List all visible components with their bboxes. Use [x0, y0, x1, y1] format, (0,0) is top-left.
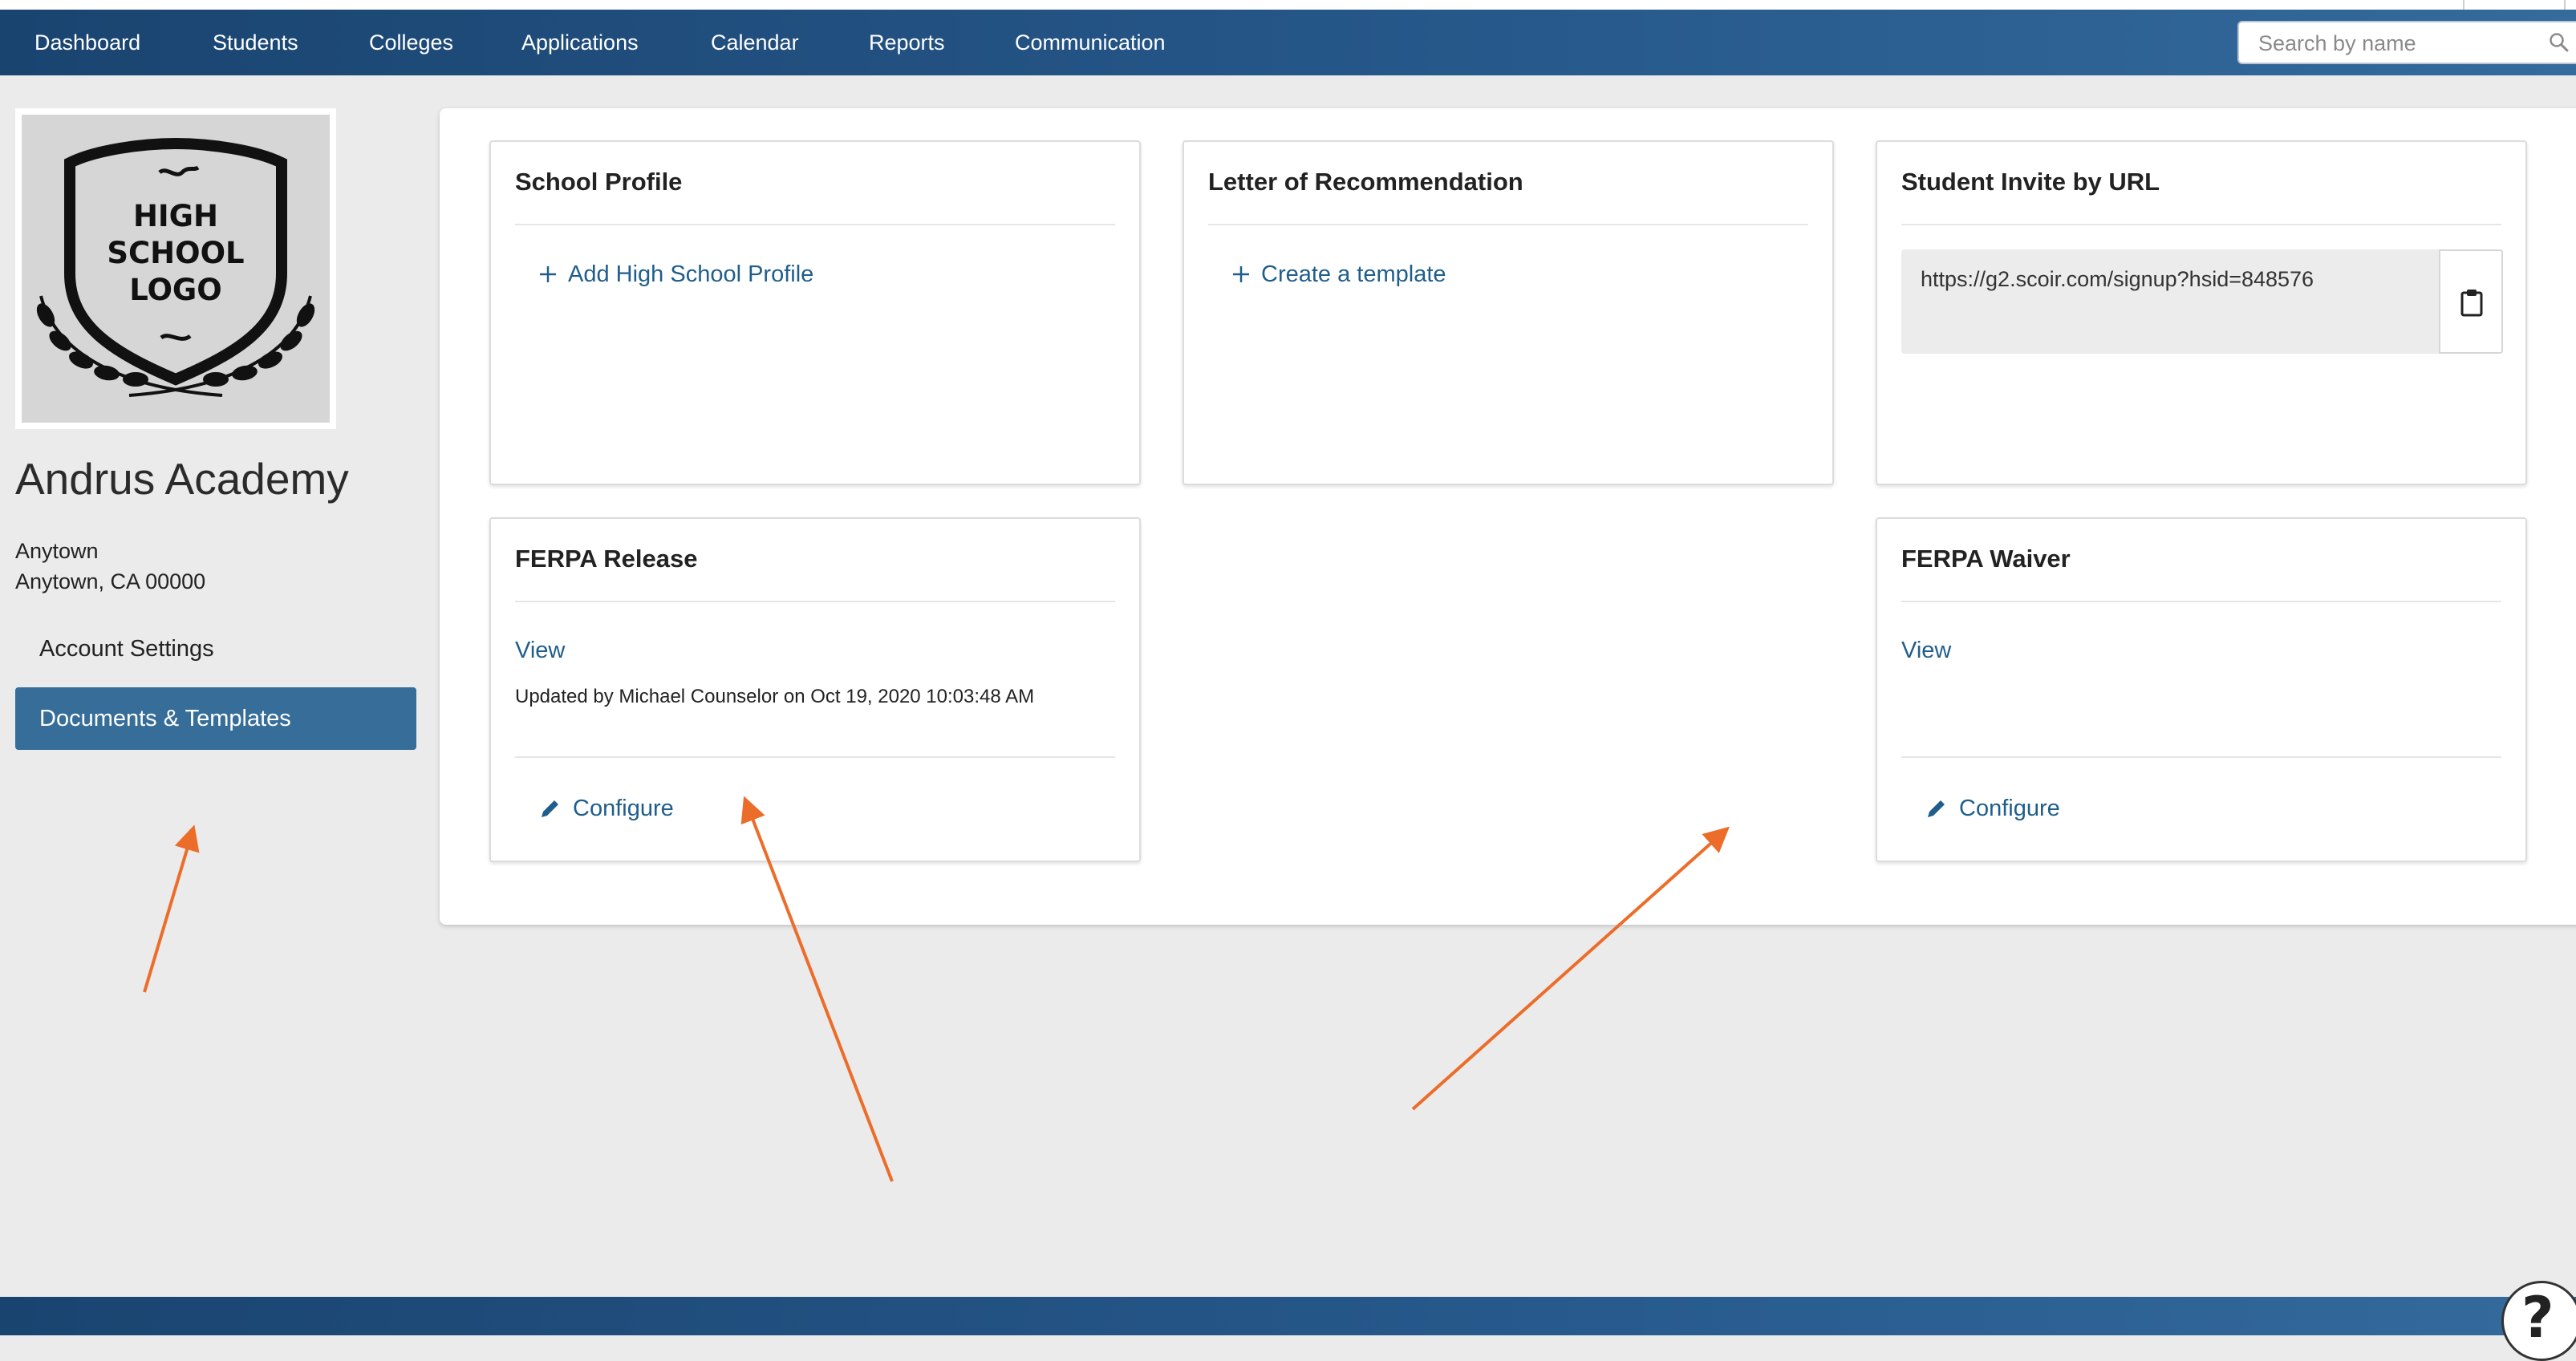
plus-icon — [540, 266, 556, 283]
logo-text: HIGH SCHOOL LOGO — [107, 199, 245, 307]
student-invite-card: Student Invite by URL https://g2.scoir.c… — [1876, 140, 2527, 485]
add-high-school-profile-link[interactable]: Add High School Profile — [539, 261, 813, 288]
sidebar-item-documents-templates[interactable]: Documents & Templates — [15, 687, 416, 750]
ferpa-waiver-view-link[interactable]: View — [1901, 638, 1951, 664]
top-navbar: Dashboard Students Colleges Applications… — [0, 10, 2576, 75]
divider — [515, 756, 1115, 758]
card-title: School Profile — [515, 168, 683, 196]
nav-reports[interactable]: Reports — [869, 10, 945, 75]
nav-students[interactable]: Students — [213, 10, 298, 75]
divider — [515, 601, 1115, 602]
invite-url-field[interactable]: https://g2.scoir.com/signup?hsid=848576 — [1901, 249, 2439, 354]
sidebar-item-account-settings[interactable]: Account Settings — [39, 636, 214, 662]
search-box — [2237, 21, 2576, 64]
school-profile-card: School Profile Add High School Profile — [489, 140, 1141, 485]
school-logo: HIGH SCHOOL LOGO — [15, 108, 336, 429]
nav-colleges[interactable]: Colleges — [369, 10, 453, 75]
divider — [1901, 224, 2501, 225]
divider — [1901, 756, 2501, 758]
updated-info: Updated by Michael Counselor on Oct 19, … — [515, 686, 1035, 707]
top-strip-divider — [2463, 0, 2464, 10]
ferpa-waiver-card: FERPA Waiver View Configure — [1876, 517, 2527, 862]
create-template-link[interactable]: Create a template — [1232, 261, 1446, 288]
main-panel: School Profile Add High School Profile L… — [440, 108, 2576, 925]
plus-icon — [1233, 266, 1249, 283]
nav-applications[interactable]: Applications — [521, 10, 639, 75]
card-title: FERPA Waiver — [1901, 545, 2071, 573]
ferpa-release-card: FERPA Release View Updated by Michael Co… — [489, 517, 1141, 862]
ferpa-waiver-configure-link[interactable]: Configure — [1925, 795, 2060, 822]
card-title: Letter of Recommendation — [1208, 168, 1523, 196]
ferpa-release-configure-link[interactable]: Configure — [539, 795, 674, 822]
address-line-2: Anytown, CA 00000 — [15, 569, 206, 593]
school-name: Andrus Academy — [15, 454, 349, 504]
top-strip — [0, 0, 2576, 10]
divider — [515, 224, 1115, 225]
pencil-icon — [542, 800, 558, 818]
nav-communication[interactable]: Communication — [1015, 10, 1166, 75]
annotation-arrow — [143, 824, 200, 993]
search-icon[interactable] — [2549, 32, 2570, 53]
invite-url-text: https://g2.scoir.com/signup?hsid=848576 — [1921, 267, 2314, 291]
top-strip-divider — [2564, 0, 2566, 10]
divider — [1901, 601, 2501, 602]
letter-of-recommendation-card: Letter of Recommendation Create a templa… — [1183, 140, 1834, 485]
nav-dashboard[interactable]: Dashboard — [34, 10, 140, 75]
help-icon: ? — [2521, 1285, 2554, 1351]
help-button[interactable]: ? — [2501, 1281, 2576, 1361]
footer-bar — [0, 1297, 2576, 1335]
pencil-icon — [1928, 800, 1945, 818]
search-input[interactable] — [2257, 22, 2533, 64]
address-line-1: Anytown — [15, 539, 99, 563]
ferpa-release-view-link[interactable]: View — [515, 638, 565, 664]
nav-calendar[interactable]: Calendar — [711, 10, 799, 75]
clipboard-icon — [2460, 290, 2483, 317]
logo-image: HIGH SCHOOL LOGO — [22, 115, 330, 423]
card-title: Student Invite by URL — [1901, 168, 2160, 196]
sidebar-item-label: Documents & Templates — [39, 706, 291, 731]
divider — [1208, 224, 1808, 225]
copy-url-button[interactable] — [2439, 249, 2503, 354]
card-title: FERPA Release — [515, 545, 698, 573]
